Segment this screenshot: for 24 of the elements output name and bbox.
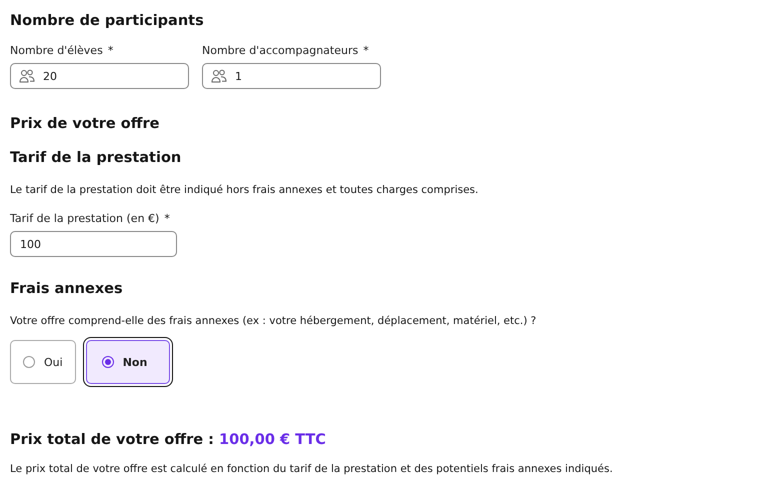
people-icon: [19, 69, 35, 83]
field-label: Nombre d'élèves: [10, 44, 103, 57]
description-text: Le prix total de votre offre est calculé en fonction du tarif de la prestation et des potentiels frais annexes indiqués.: [10, 463, 614, 475]
input-field[interactable]: 1: [202, 63, 381, 89]
description-text: Le tarif de la prestation doit être indiqué hors frais annexes et toutes charges comprises.: [10, 184, 480, 196]
question-text: Votre offre comprend-elle des frais annexes (ex : votre hébergement, déplacement, matériel, etc.) ?: [10, 315, 538, 327]
field-label: Tarif de la prestation (en €): [10, 212, 160, 225]
required-mark: *: [108, 44, 114, 57]
radio-option[interactable]: Oui: [10, 340, 76, 384]
radio-option[interactable]: Non: [86, 340, 170, 384]
required-mark: *: [164, 212, 170, 225]
required-mark: *: [363, 44, 369, 57]
total-amount: 100,00 € TTC: [219, 432, 326, 448]
field-label: Nombre d'accompagnateurs: [202, 44, 358, 57]
section-title: Frais annexes: [10, 281, 124, 297]
input-field[interactable]: 100: [10, 231, 177, 257]
input-field[interactable]: 20: [10, 63, 189, 89]
radio-icon: [102, 356, 114, 368]
total-label: Prix total de votre offre :: [10, 432, 214, 448]
radio-icon: [23, 356, 35, 368]
section-title: Prix de votre offre: [10, 116, 160, 132]
section-title: Nombre de participants: [10, 13, 205, 29]
section-title: Tarif de la prestation: [10, 150, 182, 166]
people-icon: [211, 69, 227, 83]
